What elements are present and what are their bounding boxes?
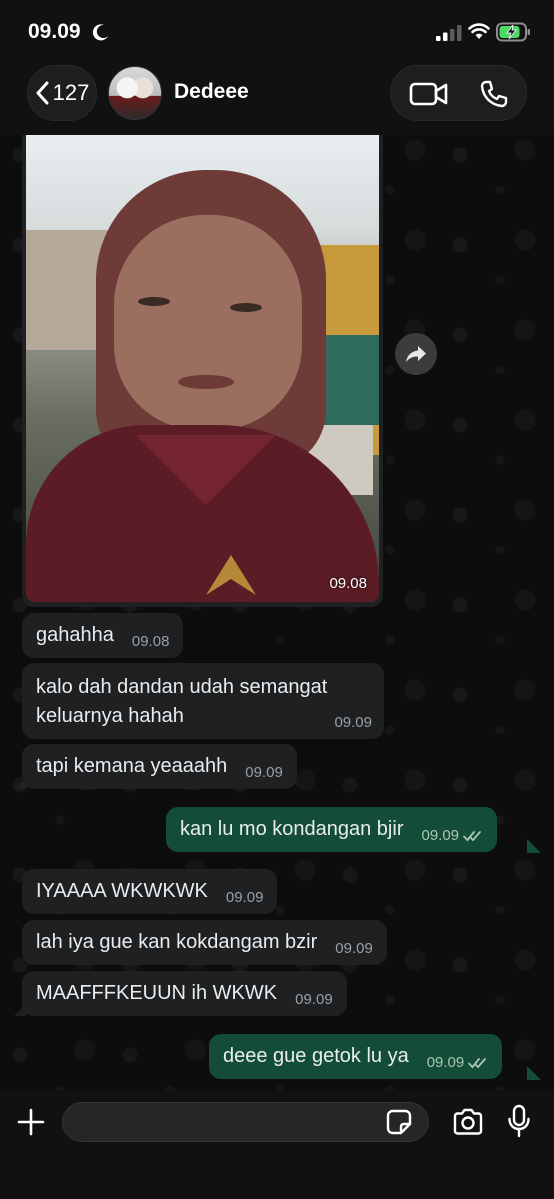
sticker-icon[interactable]: [385, 1108, 413, 1136]
incoming-message[interactable]: kalo dah dandan udah semangat keluarnya …: [22, 663, 384, 739]
incoming-message[interactable]: gahahha 09.08: [22, 613, 184, 658]
selfie-photo[interactable]: 09.08: [26, 135, 379, 602]
status-bar: 09.09: [0, 0, 554, 60]
message-time: 09.08: [329, 575, 367, 592]
double-check-icon: [468, 1057, 487, 1068]
composer-bar: [0, 1090, 554, 1199]
chevron-left-icon: [36, 81, 49, 105]
wifi-icon: [468, 23, 490, 39]
battery-charging-icon: [496, 22, 530, 42]
message-time: 09.09: [335, 940, 373, 957]
message-time: 09.08: [131, 633, 170, 650]
message-time: 09.09: [245, 764, 283, 781]
unread-count: 127: [52, 80, 90, 105]
message-input[interactable]: [62, 1102, 429, 1142]
call-actions: [390, 65, 527, 121]
moon-icon: [92, 24, 108, 41]
forward-button[interactable]: [395, 333, 437, 375]
camera-icon[interactable]: [452, 1108, 484, 1136]
message-text: gahahha: [36, 624, 114, 646]
image-message[interactable]: 09.08: [22, 135, 383, 607]
message-text: kalo dah dandan udah semangat keluarnya …: [36, 676, 328, 727]
incoming-message[interactable]: tapi kemana yeaaahh 09.09: [22, 744, 297, 789]
message-time-label: 09.09: [421, 827, 460, 844]
contact-avatar[interactable]: [108, 66, 162, 120]
plus-icon[interactable]: [16, 1107, 46, 1137]
outgoing-message[interactable]: kan lu mo kondangan bjir 09.09: [166, 807, 498, 852]
contact-name[interactable]: Dedeee: [174, 80, 249, 104]
message-time: 09.09: [225, 889, 264, 906]
status-time: 09.09: [28, 20, 81, 43]
back-button[interactable]: 127: [27, 65, 97, 121]
message-text: kan lu mo kondangan bjir: [180, 818, 404, 840]
message-text: IYAAAA WKWKWK: [36, 880, 208, 902]
message-text: MAAFFFKEUUN ih WKWK: [36, 982, 278, 1004]
message-text: tapi kemana yeaaahh: [36, 755, 228, 777]
incoming-message[interactable]: lah iya gue kan kokdangam bzir 09.09: [22, 920, 387, 965]
message-time: 09.09: [421, 827, 483, 844]
message-time-label: 09.09: [426, 1054, 465, 1071]
message-text: lah iya gue kan kokdangam bzir: [36, 931, 318, 953]
video-call-icon[interactable]: [409, 80, 449, 108]
forward-arrow-icon: [406, 346, 426, 362]
double-check-icon: [463, 830, 481, 841]
incoming-message[interactable]: MAAFFFKEUUN ih WKWK 09.09: [22, 971, 347, 1016]
message-text: deee gue getok lu ya: [223, 1045, 409, 1067]
outgoing-message[interactable]: deee gue getok lu ya 09.09: [209, 1034, 503, 1079]
microphone-icon[interactable]: [507, 1104, 531, 1138]
cellular-signal-icon: [436, 25, 462, 41]
message-time: 09.09: [334, 714, 372, 731]
phone-call-icon[interactable]: [479, 79, 509, 109]
message-time: 09.09: [295, 991, 333, 1008]
chat-header: 09.09 127 Dedeee: [0, 0, 554, 135]
incoming-message[interactable]: IYAAAA WKWKWK 09.09: [22, 869, 278, 914]
message-time: 09.09: [427, 1054, 489, 1071]
